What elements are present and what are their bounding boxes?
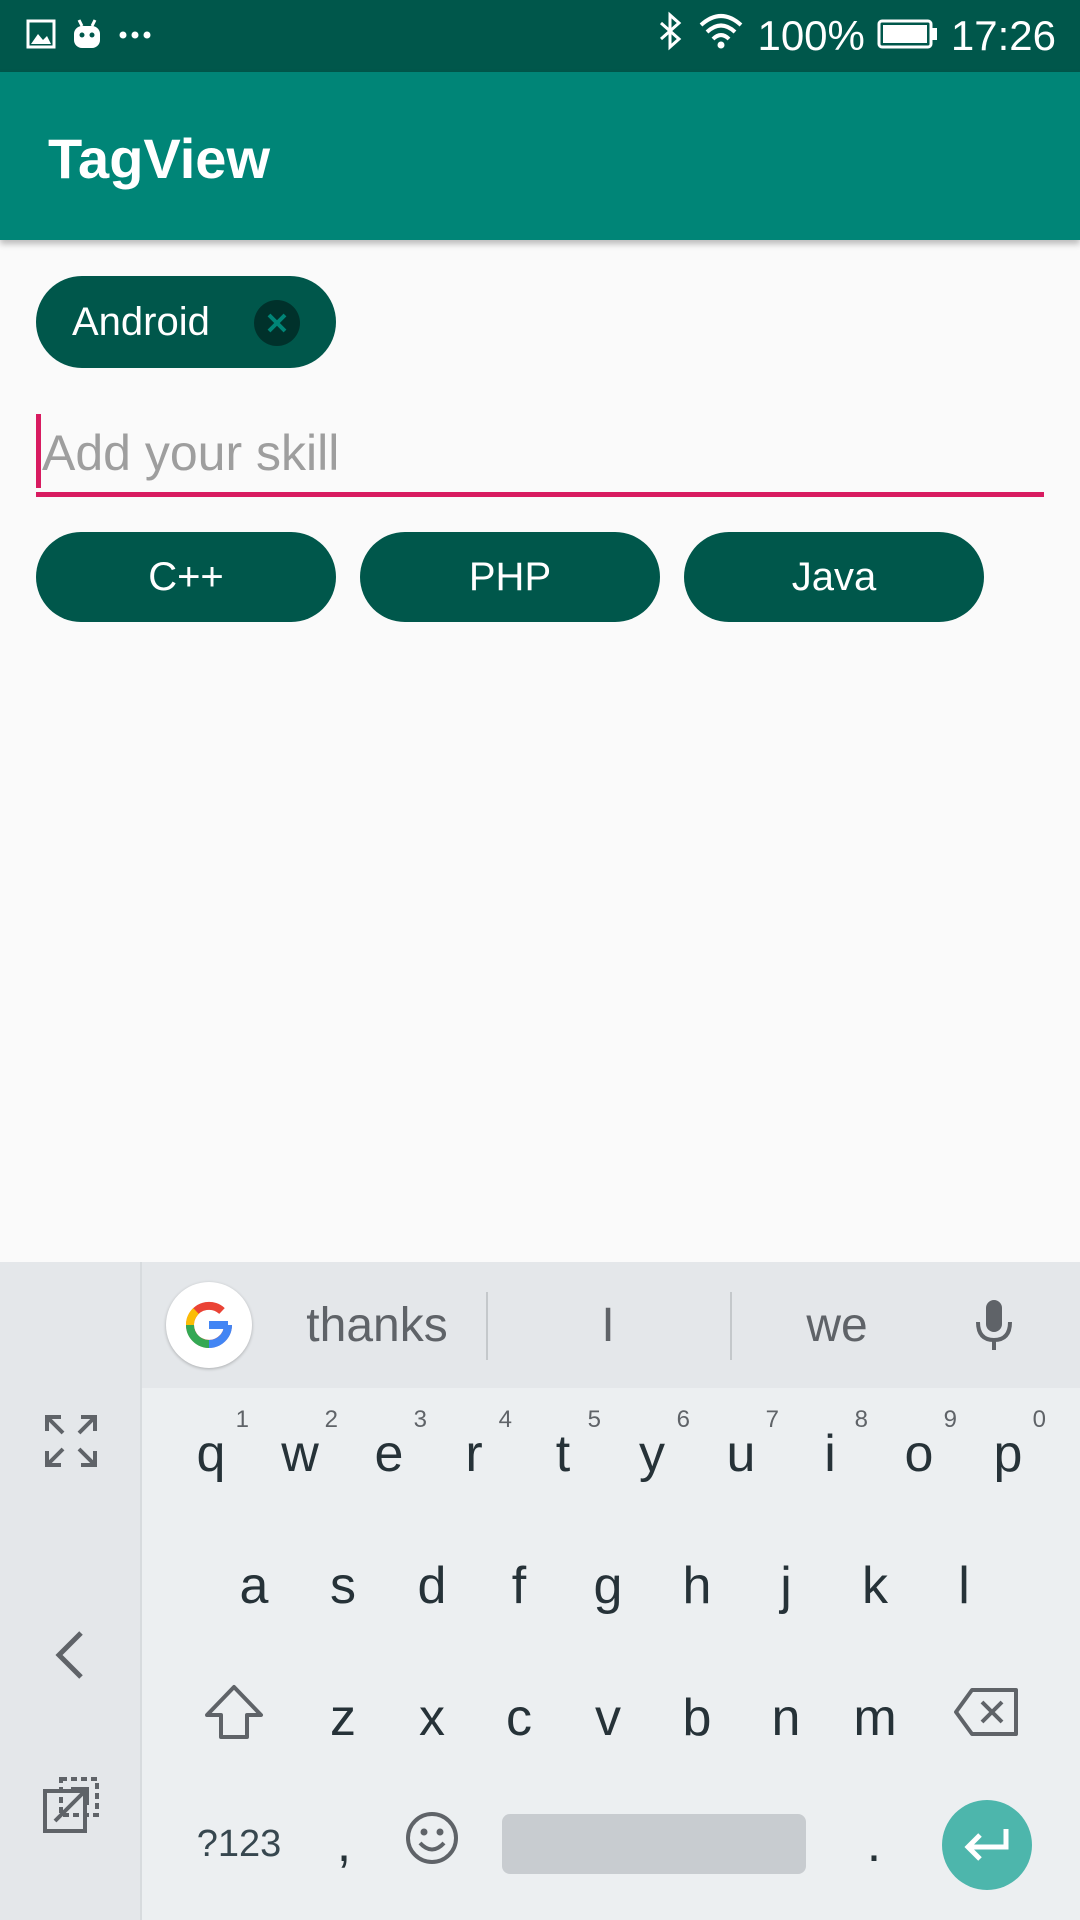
skill-input-container	[36, 410, 1044, 500]
status-bar-right: 100% 17:26	[655, 11, 1056, 61]
suggestion-item[interactable]: we	[732, 1262, 942, 1388]
bluetooth-icon	[655, 11, 685, 61]
key-label: q	[196, 1425, 226, 1483]
key-label: y	[639, 1425, 665, 1483]
suggested-tag-label: Java	[791, 554, 877, 599]
emoji-key[interactable]	[388, 1788, 476, 1900]
android-icon	[72, 18, 102, 55]
key-o[interactable]: o9	[875, 1398, 963, 1510]
key-label: i	[824, 1425, 836, 1483]
shift-key[interactable]	[190, 1662, 278, 1774]
clock: 17:26	[950, 12, 1056, 59]
key-n[interactable]: n	[742, 1662, 830, 1774]
key-z[interactable]: z	[299, 1662, 387, 1774]
key-label: r	[465, 1425, 483, 1483]
google-icon[interactable]	[166, 1282, 252, 1368]
key-label: e	[374, 1425, 404, 1483]
suggested-tag-php[interactable]: PHP	[360, 532, 660, 622]
wifi-icon	[697, 11, 745, 61]
key-b[interactable]: b	[653, 1662, 741, 1774]
gallery-icon	[26, 19, 56, 54]
key-h[interactable]: h	[653, 1530, 741, 1642]
key-r[interactable]: r4	[430, 1398, 518, 1510]
suggestion-item[interactable]: I	[488, 1262, 728, 1388]
suggestion-strip: thanks I we	[142, 1262, 1080, 1388]
skill-input[interactable]	[40, 410, 1040, 496]
key-hint: 6	[676, 1406, 690, 1433]
enter-icon	[962, 1825, 1012, 1866]
period-key[interactable]: .	[830, 1788, 918, 1900]
microphone-icon[interactable]	[972, 1298, 1016, 1359]
suggested-tag-label: PHP	[468, 554, 552, 599]
key-hint: 0	[1032, 1406, 1046, 1433]
close-icon[interactable]	[254, 300, 300, 346]
key-hint: 5	[587, 1406, 601, 1433]
key-label: t	[555, 1425, 571, 1483]
chevron-left-icon[interactable]	[36, 1620, 106, 1690]
key-l[interactable]: l	[920, 1530, 1008, 1642]
key-j[interactable]: j	[742, 1530, 830, 1642]
key-hint: 4	[498, 1406, 512, 1433]
key-label: p	[993, 1425, 1023, 1483]
key-a[interactable]: a	[210, 1530, 298, 1642]
popout-icon[interactable]	[36, 1770, 106, 1840]
backspace-key[interactable]	[942, 1662, 1030, 1774]
status-bar: 100% 17:26	[0, 0, 1080, 72]
key-hint: 7	[765, 1406, 779, 1433]
status-bar-left-icons	[26, 18, 152, 54]
more-dots-icon	[118, 27, 152, 45]
key-q[interactable]: q1	[167, 1398, 255, 1510]
key-e[interactable]: e3	[345, 1398, 433, 1510]
key-label: o	[904, 1425, 934, 1483]
tag-chip-label: Android	[72, 299, 210, 344]
key-hint: 1	[235, 1406, 249, 1433]
key-c[interactable]: c	[475, 1662, 563, 1774]
key-label: u	[726, 1425, 756, 1483]
key-t[interactable]: t5	[519, 1398, 607, 1510]
key-x[interactable]: x	[388, 1662, 476, 1774]
keyboard: thanks I we q1 w2 e3 r4 t5 y6 u7 i8 o9 p…	[0, 1262, 1080, 1920]
key-hint: 9	[943, 1406, 957, 1433]
key-k[interactable]: k	[831, 1530, 919, 1642]
key-i[interactable]: i8	[786, 1398, 874, 1510]
comma-key[interactable]: ,	[300, 1788, 388, 1900]
tag-chip-android[interactable]: Android	[36, 276, 336, 368]
key-hint: 3	[413, 1406, 427, 1433]
key-hint: 8	[854, 1406, 868, 1433]
shift-icon	[203, 1683, 265, 1754]
suggested-tag-java[interactable]: Java	[684, 532, 984, 622]
space-key[interactable]	[502, 1814, 806, 1874]
key-y[interactable]: y6	[608, 1398, 696, 1510]
key-w[interactable]: w2	[256, 1398, 344, 1510]
key-d[interactable]: d	[388, 1530, 476, 1642]
enter-key[interactable]	[942, 1800, 1032, 1890]
battery-icon	[877, 12, 939, 60]
key-m[interactable]: m	[831, 1662, 919, 1774]
key-s[interactable]: s	[299, 1530, 387, 1642]
app-bar: TagView	[0, 72, 1080, 240]
suggested-tag-label: C++	[148, 554, 224, 599]
input-underline	[36, 492, 1044, 497]
keyboard-side-panel	[0, 1262, 142, 1920]
suggestion-item[interactable]: thanks	[282, 1262, 472, 1388]
key-v[interactable]: v	[564, 1662, 652, 1774]
key-label: w	[281, 1425, 319, 1483]
key-p[interactable]: p0	[964, 1398, 1052, 1510]
emoji-icon	[404, 1810, 460, 1879]
key-hint: 2	[324, 1406, 338, 1433]
key-g[interactable]: g	[564, 1530, 652, 1642]
app-title: TagView	[48, 127, 271, 190]
backspace-icon	[952, 1686, 1020, 1751]
key-f[interactable]: f	[475, 1530, 563, 1642]
expand-icon[interactable]	[36, 1406, 106, 1476]
symbols-key[interactable]: ?123	[184, 1788, 294, 1900]
battery-percent: 100%	[757, 12, 865, 59]
suggested-tag-cpp[interactable]: C++	[36, 532, 336, 622]
key-u[interactable]: u7	[697, 1398, 785, 1510]
